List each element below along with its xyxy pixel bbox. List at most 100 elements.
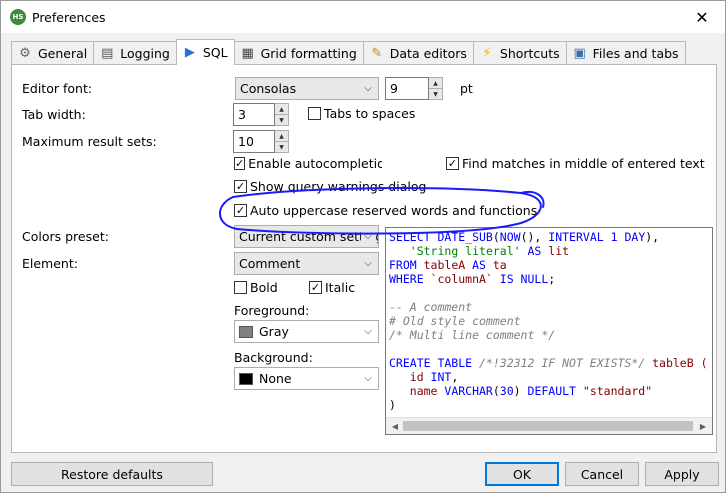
code-line: CREATE TABLE /*!32312 IF NOT EXISTS*/ ta… xyxy=(389,356,708,370)
editor-font-select[interactable]: Consolas ⌵ xyxy=(235,77,379,100)
code-token: lit xyxy=(541,244,570,258)
tab-width-input[interactable]: 3 xyxy=(233,103,275,126)
code-token: INTERVAL xyxy=(548,230,611,244)
chevron-down-icon: ⌵ xyxy=(361,229,375,243)
bold-checkbox[interactable]: Bold xyxy=(234,280,278,295)
checkbox-box[interactable]: ✓ xyxy=(309,281,322,294)
sql-arrow-icon: ▶ xyxy=(184,45,195,60)
foreground-value: Gray xyxy=(259,324,289,339)
editor-font-value: Consolas xyxy=(240,81,297,96)
increment-icon[interactable]: ▲ xyxy=(275,131,288,141)
italic-checkbox[interactable]: ✓ Italic xyxy=(309,280,355,295)
cancel-button[interactable]: Cancel xyxy=(565,462,639,486)
tab-label: Files and tabs xyxy=(592,46,679,61)
tab-width-stepper[interactable]: 3 ▲ ▼ xyxy=(233,103,289,126)
close-button[interactable]: ✕ xyxy=(679,1,725,33)
decrement-icon[interactable]: ▼ xyxy=(275,141,288,152)
checkbox-box[interactable]: ✓ xyxy=(446,157,459,170)
code-token: IS NULL xyxy=(492,272,549,286)
sql-preview-editor[interactable]: SELECT DATE_SUB(NOW(), INTERVAL 1 DAY), … xyxy=(385,227,713,435)
code-token: -- A comment xyxy=(389,300,473,314)
italic-label: Italic xyxy=(325,280,356,295)
close-icon: ✕ xyxy=(695,7,709,27)
grid-icon: ▦ xyxy=(241,46,254,61)
code-token: ta xyxy=(492,258,507,272)
checkbox-box[interactable] xyxy=(234,281,247,294)
auto-uppercase-label: Auto uppercase reserved words and functi… xyxy=(250,203,538,218)
code-token: VARCHAR xyxy=(444,384,493,398)
code-token: DAY xyxy=(624,230,646,244)
colors-preset-label: Colors preset: xyxy=(22,229,109,244)
tabs-to-spaces-checkbox[interactable]: Tabs to spaces xyxy=(308,106,415,121)
code-token: ( xyxy=(492,384,500,398)
decrement-icon[interactable]: ▼ xyxy=(275,114,288,125)
auto-uppercase-checkbox[interactable]: ✓ Auto uppercase reserved words and func… xyxy=(234,203,537,218)
chevron-down-icon: ⌵ xyxy=(361,371,375,385)
background-value: None xyxy=(259,371,292,386)
sql-preview-text: SELECT DATE_SUB(NOW(), INTERVAL 1 DAY), … xyxy=(389,230,708,412)
tab-sql[interactable]: ▶ SQL xyxy=(175,39,235,65)
tab-general[interactable]: ⚙ General xyxy=(11,41,95,65)
element-label: Element: xyxy=(22,256,78,271)
tab-strip: ⚙ General ▤ Logging ▶ SQL ▦ Grid formatting ✎ Dat… xyxy=(11,39,686,65)
tab-files-and-tabs[interactable]: ▣ Files and tabs xyxy=(565,41,686,65)
title-bar[interactable]: HS Preferences ✕ xyxy=(1,1,725,33)
code-token: "standard" xyxy=(582,384,653,398)
checkbox-box[interactable]: ✓ xyxy=(234,180,247,193)
scroll-left-icon[interactable]: ◀ xyxy=(388,420,402,433)
increment-icon[interactable]: ▲ xyxy=(429,78,442,88)
tab-data-editors[interactable]: ✎ Data editors xyxy=(362,41,474,65)
decrement-icon[interactable]: ▼ xyxy=(429,88,442,99)
checkbox-box[interactable]: ✓ xyxy=(234,204,247,217)
colors-preset-value: Current custom setting xyxy=(239,229,379,244)
apply-button[interactable]: Apply xyxy=(645,462,719,486)
font-size-input[interactable]: 9 xyxy=(385,77,429,100)
ok-button[interactable]: OK xyxy=(485,462,559,486)
find-matches-checkbox[interactable]: ✓ Find matches in middle of entered text xyxy=(446,156,705,171)
checkbox-box[interactable] xyxy=(308,107,321,120)
restore-defaults-button[interactable]: Restore defaults xyxy=(11,462,213,486)
enable-autocompletion-checkbox[interactable]: ✓ Enable autocompletion xyxy=(234,156,382,171)
code-token: FROM xyxy=(389,258,424,272)
element-select[interactable]: Comment ⌵ xyxy=(234,252,379,275)
foreground-color-select[interactable]: Gray ⌵ xyxy=(234,320,379,343)
font-size-stepper[interactable]: 9 ▲ ▼ xyxy=(385,77,443,100)
scrollbar-thumb[interactable] xyxy=(403,421,693,431)
increment-icon[interactable]: ▲ xyxy=(275,104,288,114)
app-icon: HS xyxy=(10,9,26,25)
show-query-warnings-checkbox[interactable]: ✓ Show query warnings dialog xyxy=(234,179,426,194)
code-token: id xyxy=(389,370,431,384)
code-token: DEFAULT xyxy=(527,384,583,398)
checkbox-box[interactable]: ✓ xyxy=(234,157,246,170)
tab-shortcuts[interactable]: ⚡ Shortcuts xyxy=(472,41,567,65)
code-token: name xyxy=(389,384,445,398)
code-token: 1 xyxy=(610,230,618,244)
tabs-to-spaces-label: Tabs to spaces xyxy=(324,106,416,121)
code-token: SELECT xyxy=(389,230,438,244)
horizontal-scrollbar[interactable]: ◀ ▶ xyxy=(386,417,712,434)
code-line: id INT, xyxy=(389,370,708,384)
code-token: NOW xyxy=(499,230,521,244)
max-result-sets-stepper[interactable]: 10 ▲ ▼ xyxy=(233,130,289,153)
code-token: `columnA` xyxy=(430,272,493,286)
code-line: WHERE `columnA` IS NULL; xyxy=(389,272,708,286)
background-swatch xyxy=(239,372,253,385)
tab-grid-formatting[interactable]: ▦ Grid formatting xyxy=(233,41,364,65)
find-matches-label: Find matches in middle of entered text xyxy=(462,156,705,171)
code-token: INT xyxy=(430,370,452,384)
colors-preset-select[interactable]: Current custom setting ⌵ xyxy=(234,225,379,248)
code-line: -- A comment xyxy=(389,300,708,314)
code-token: /*!32312 IF NOT EXISTS*/ xyxy=(479,356,646,370)
tab-logging[interactable]: ▤ Logging xyxy=(93,41,177,65)
code-token: AS xyxy=(527,244,542,258)
background-color-select[interactable]: None ⌵ xyxy=(234,367,379,390)
element-value: Comment xyxy=(239,256,301,271)
scroll-right-icon[interactable]: ▶ xyxy=(696,420,710,433)
max-result-sets-input[interactable]: 10 xyxy=(233,130,275,153)
code-line: ) xyxy=(389,398,708,412)
code-token: DATE_SUB xyxy=(437,230,493,244)
tab-label: Shortcuts xyxy=(499,46,560,61)
